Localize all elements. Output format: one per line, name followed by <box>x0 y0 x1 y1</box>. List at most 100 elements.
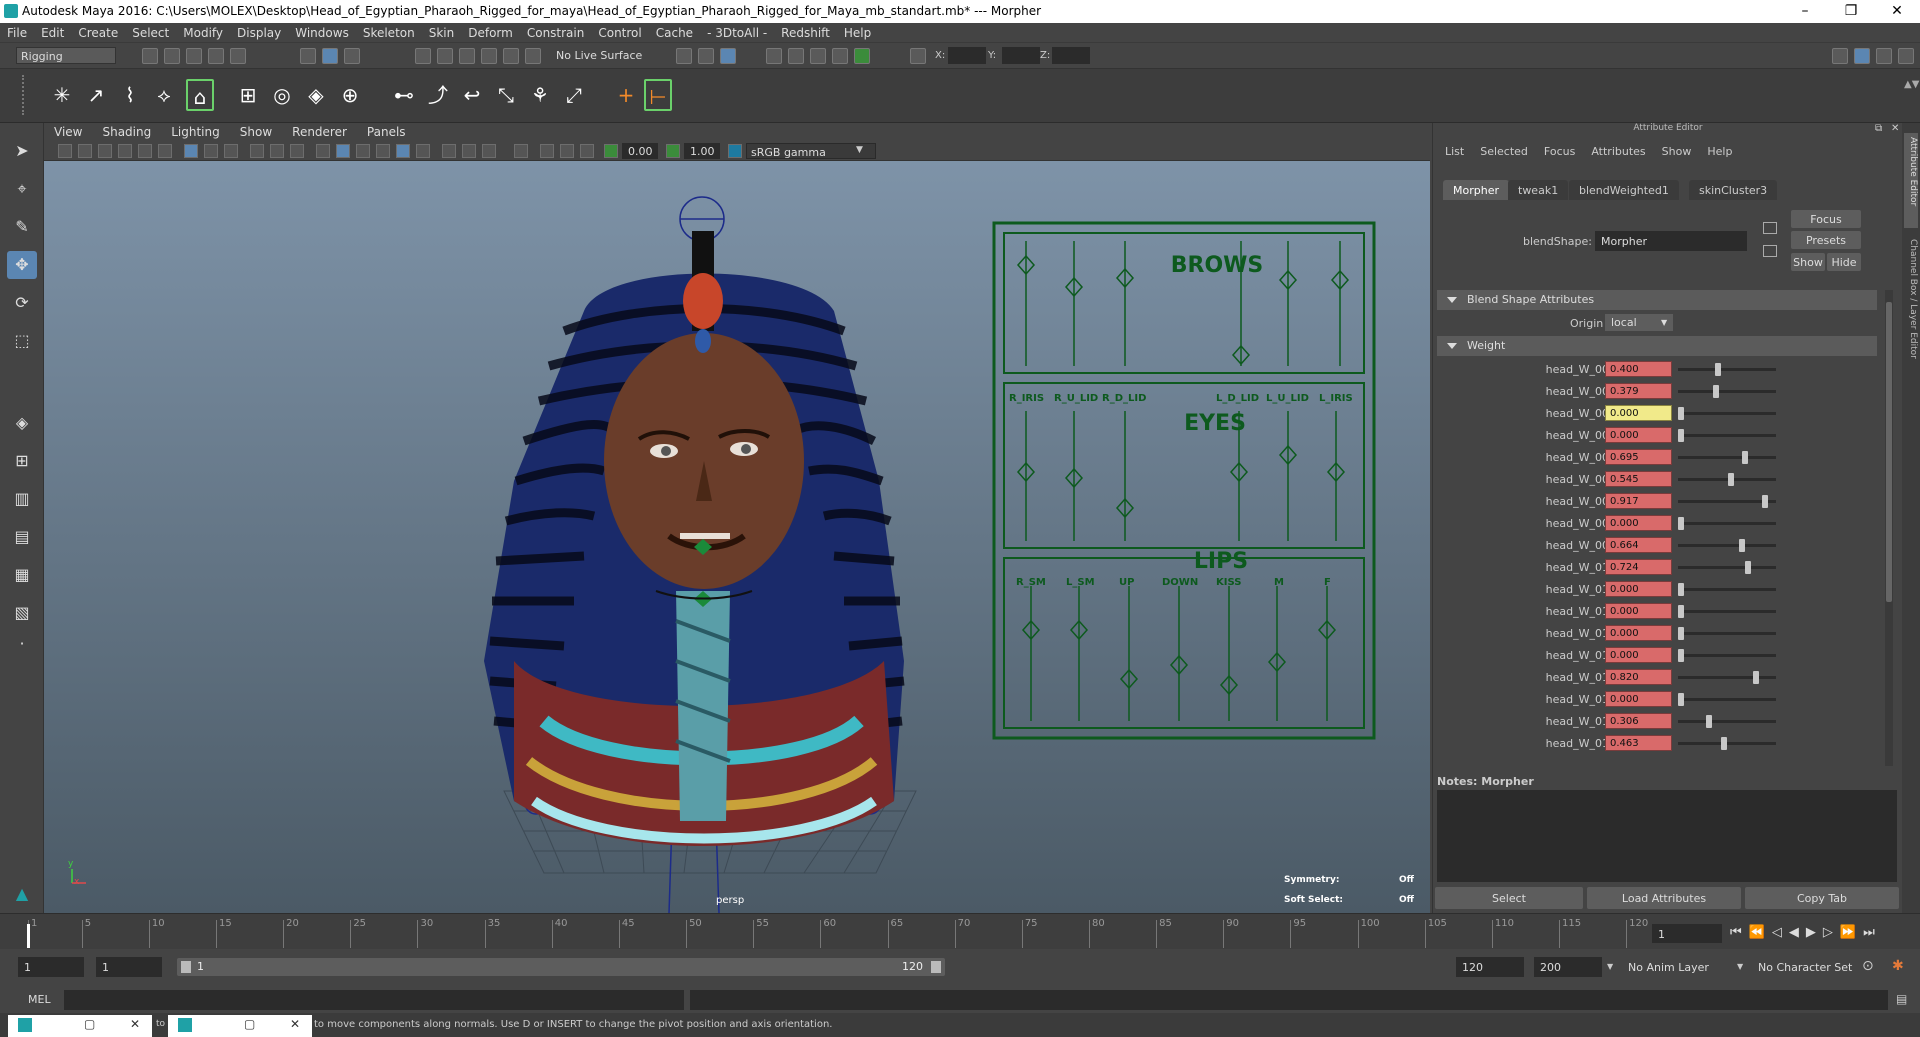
menu-3dtoall[interactable]: - 3DtoAll - <box>700 23 774 40</box>
aim-constraint-icon[interactable]: ⤴ <box>424 79 452 111</box>
attribute-editor-toggle-icon[interactable] <box>1854 48 1870 64</box>
weight-slider-track[interactable] <box>1678 544 1776 547</box>
go-to-end-icon[interactable]: ⏭ <box>1863 925 1882 940</box>
snap-view-icon[interactable] <box>481 48 497 64</box>
select-hierarchy-icon[interactable] <box>300 48 316 64</box>
ik-handle-icon[interactable]: ↗ <box>82 79 110 111</box>
new-scene-icon[interactable] <box>142 48 158 64</box>
weight-section[interactable]: Weight <box>1437 336 1877 356</box>
menu-cache[interactable]: Cache <box>649 23 700 40</box>
weight-value-field[interactable]: 0.000 <box>1605 427 1672 443</box>
close-icon[interactable]: ✕ <box>290 1017 300 1031</box>
snap-grid-icon[interactable] <box>415 48 431 64</box>
weight-slider-handle[interactable] <box>1742 451 1748 464</box>
menu-deform[interactable]: Deform <box>461 23 520 40</box>
paint-weights-icon[interactable]: ⌂ <box>186 79 214 111</box>
weight-value-field[interactable]: 0.695 <box>1605 449 1672 465</box>
weight-slider-handle[interactable] <box>1728 473 1734 486</box>
menu-help[interactable]: Help <box>837 23 878 40</box>
command-input[interactable] <box>64 990 684 1010</box>
hide-button[interactable]: Hide <box>1827 253 1861 271</box>
playback-end-field[interactable]: 120 <box>1456 957 1524 977</box>
tab-morpher[interactable]: Morpher <box>1443 180 1509 200</box>
weight-value-field[interactable]: 0.545 <box>1605 471 1672 487</box>
anim-end-field[interactable]: 200 <box>1534 957 1602 977</box>
move-tool-icon[interactable]: ✥ <box>7 251 37 279</box>
gamma-field[interactable]: 1.00 <box>684 143 720 159</box>
persp-graph-icon[interactable]: ▤ <box>7 523 37 551</box>
hypershade-layout-icon[interactable]: ▦ <box>7 561 37 589</box>
tab-blendweighted1[interactable]: blendWeighted1 <box>1569 180 1679 200</box>
anim-start-field[interactable]: 1 <box>18 957 84 977</box>
weight-slider-handle[interactable] <box>1678 649 1684 662</box>
snap-surface-icon[interactable] <box>503 48 519 64</box>
anim-layer-dropdown[interactable]: No Anim Layer <box>1622 957 1742 977</box>
ik-spline-icon[interactable]: ⌇ <box>116 79 144 111</box>
weight-slider-track[interactable] <box>1678 412 1776 415</box>
rotate-tool-icon[interactable]: ⟳ <box>7 289 37 317</box>
shelf-handle[interactable] <box>22 75 30 115</box>
select-component-icon[interactable] <box>344 48 360 64</box>
pan-zoom-icon[interactable] <box>138 144 152 158</box>
weight-value-field[interactable]: 0.463 <box>1605 735 1672 751</box>
anim-prefs-icon[interactable]: ✱ <box>1892 958 1904 974</box>
channel-box-toggle-icon[interactable] <box>1898 48 1914 64</box>
gate-mask-icon[interactable] <box>250 144 264 158</box>
current-time-marker[interactable] <box>27 924 30 948</box>
four-view-icon[interactable]: ⊞ <box>7 447 37 475</box>
menu-set-dropdown[interactable]: Rigging <box>16 47 116 64</box>
menu-redshift[interactable]: Redshift <box>774 23 837 40</box>
weight-slider-handle[interactable] <box>1715 363 1721 376</box>
menu-control[interactable]: Control <box>591 23 648 40</box>
blend-shape-attributes-section[interactable]: Blend Shape Attributes <box>1437 290 1877 310</box>
gamma-icon[interactable] <box>666 144 680 158</box>
use-lights-icon[interactable] <box>396 144 410 158</box>
isolate-select-icon[interactable] <box>514 144 528 158</box>
minimized-window-2[interactable]: ▢ ✕ <box>168 1015 312 1037</box>
menu-skin[interactable]: Skin <box>422 23 462 40</box>
playback-start-field[interactable]: 1 <box>96 957 162 977</box>
pole-vector-icon[interactable]: ⤢ <box>560 79 588 111</box>
weight-slider-track[interactable] <box>1678 720 1776 723</box>
restore-button[interactable]: ❐ <box>1828 0 1874 23</box>
anti-alias-icon[interactable] <box>482 144 496 158</box>
play-backward-icon[interactable]: ◀ <box>1789 925 1806 940</box>
shelf-scroll-icon[interactable]: ▲▼ <box>1904 79 1919 111</box>
weight-slider-track[interactable] <box>1678 522 1776 525</box>
blend-shape-icon[interactable]: ◈ <box>302 79 330 111</box>
transform-mode-icon[interactable] <box>910 48 926 64</box>
sidebar-toggle-icon[interactable] <box>1832 48 1848 64</box>
vp-menu-renderer[interactable]: Renderer <box>282 123 357 139</box>
weight-slider-track[interactable] <box>1678 742 1776 745</box>
script-language-label[interactable]: MEL <box>28 993 51 1006</box>
weight-slider-track[interactable] <box>1678 434 1776 437</box>
vp-menu-show[interactable]: Show <box>230 123 282 139</box>
bookmark-icon[interactable] <box>98 144 112 158</box>
weight-value-field[interactable]: 0.000 <box>1605 515 1672 531</box>
input-connections-icon[interactable] <box>1763 222 1777 234</box>
safe-action-icon[interactable] <box>290 144 304 158</box>
bind-skin-icon[interactable]: ⟡ <box>150 79 178 111</box>
paint-select-icon[interactable]: ✎ <box>7 213 37 241</box>
weight-slider-track[interactable] <box>1678 676 1776 679</box>
presets-button[interactable]: Presets <box>1791 231 1861 249</box>
restore-icon[interactable]: ▢ <box>84 1017 95 1031</box>
character-set-dropdown[interactable]: No Character Set <box>1752 957 1868 977</box>
menu-modify[interactable]: Modify <box>176 23 230 40</box>
history-icon[interactable] <box>676 48 692 64</box>
persp-outliner-icon[interactable]: ▥ <box>7 485 37 513</box>
weight-slider-handle[interactable] <box>1678 407 1684 420</box>
backface-icon[interactable] <box>580 144 594 158</box>
vp-menu-lighting[interactable]: Lighting <box>161 123 230 139</box>
select-object-icon[interactable] <box>322 48 338 64</box>
notes-textarea[interactable] <box>1437 790 1897 882</box>
step-forward-frame-icon[interactable]: ▷ <box>1823 925 1840 940</box>
weight-slider-track[interactable] <box>1678 566 1776 569</box>
construction-icon[interactable] <box>698 48 714 64</box>
grid-icon[interactable] <box>184 144 198 158</box>
grease-pencil-icon[interactable] <box>158 144 172 158</box>
attr-menu-selected[interactable]: Selected <box>1472 145 1536 158</box>
show-button[interactable]: Show <box>1791 253 1825 271</box>
time-slider[interactable]: 1 5 10 15 20 25 30 35 40 45 50 55 60 65 70 75 80 85 90 95 10… <box>0 913 1920 949</box>
weight-slider-handle[interactable] <box>1721 737 1727 750</box>
